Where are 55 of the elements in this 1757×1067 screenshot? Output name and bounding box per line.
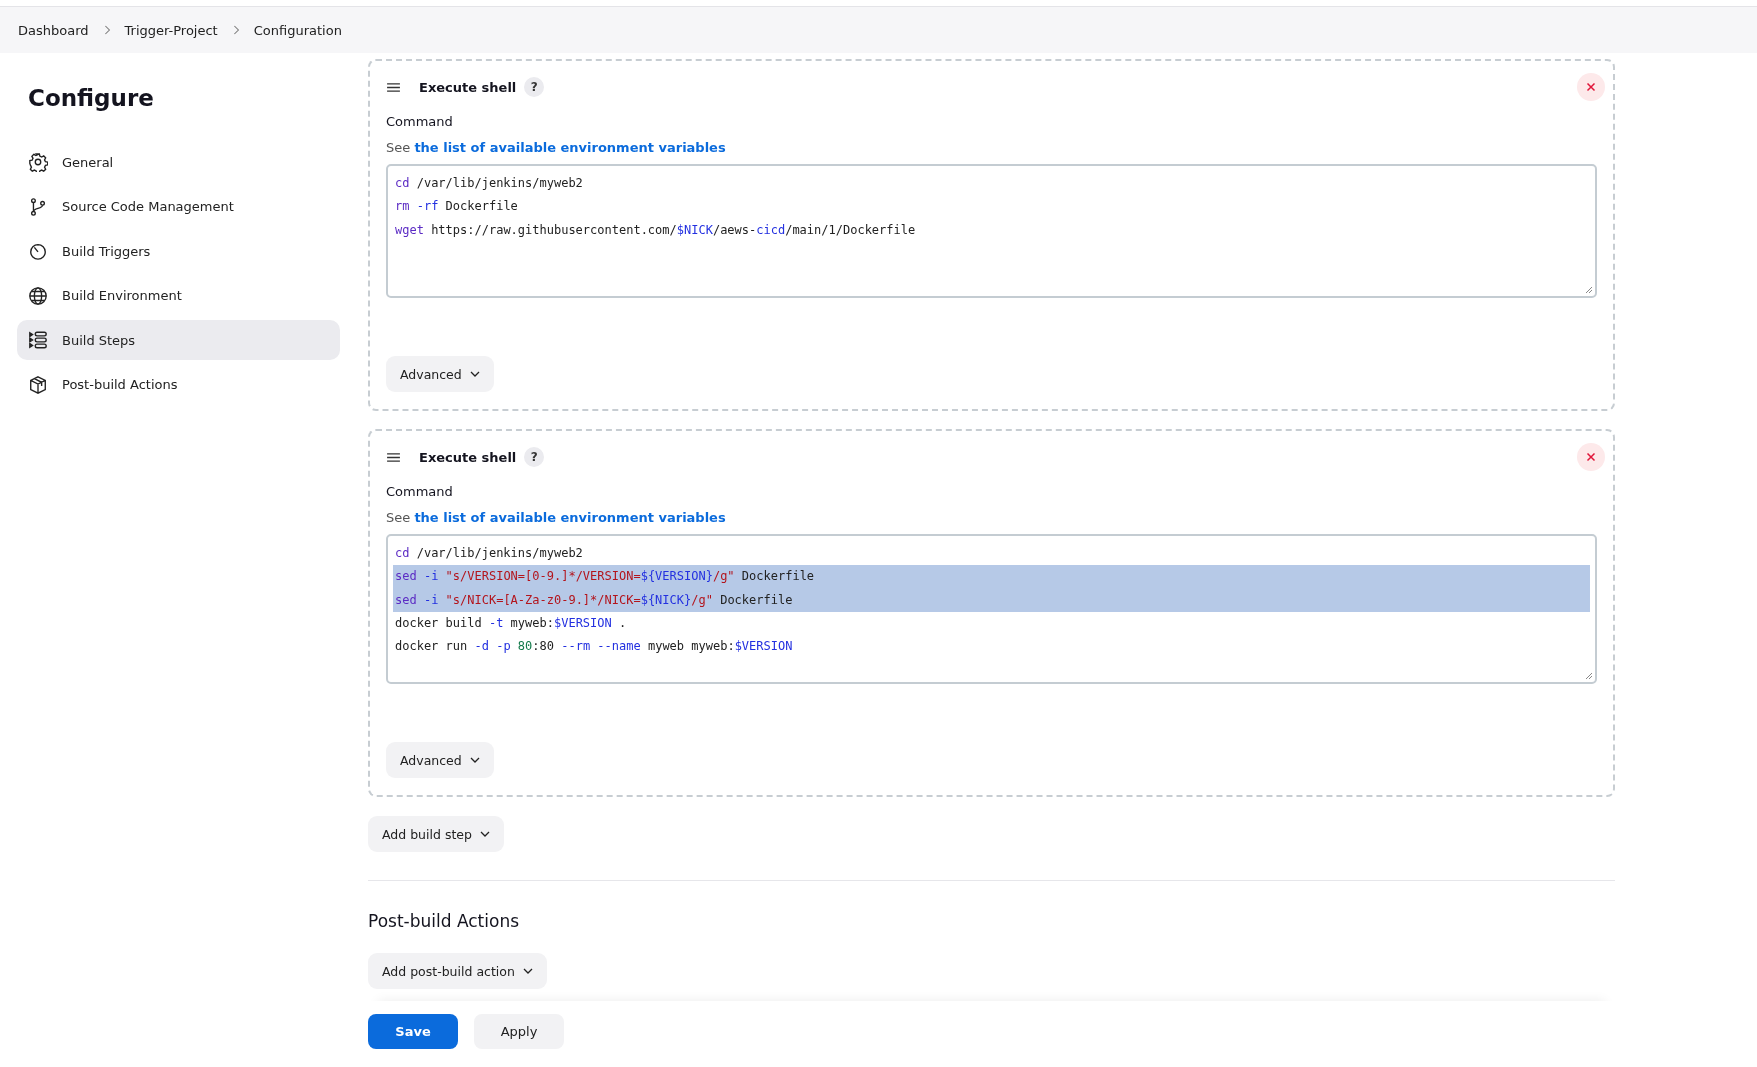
field-label: Command <box>386 484 454 499</box>
section-heading: Post-build Actions <box>368 911 519 931</box>
env-variables-link[interactable]: the list of available environment variables <box>414 510 726 525</box>
caret-icon <box>469 757 480 763</box>
sidebar-item[interactable]: Source Code Management <box>17 186 340 227</box>
env-variables-link[interactable]: the list of available environment variables <box>414 140 726 155</box>
sidebar-item[interactable]: Build Triggers <box>17 231 340 271</box>
resize-grip-icon[interactable] <box>1585 672 1593 680</box>
step-title: Execute shell <box>419 79 517 95</box>
chevron-right-icon <box>231 24 240 36</box>
package-icon <box>28 374 48 395</box>
code-line: rm -rf Dockerfile <box>394 198 519 216</box>
advanced-button[interactable]: Advanced <box>386 742 494 778</box>
code-line: cd /var/lib/jenkins/myweb2 <box>394 545 584 562</box>
caret-icon <box>479 831 490 837</box>
command-editor[interactable] <box>386 534 1597 684</box>
hint-text: See <box>386 510 411 525</box>
globe-icon <box>28 285 48 306</box>
apply-button[interactable]: Apply <box>474 1014 564 1049</box>
field-label: Command <box>386 114 454 129</box>
timer-icon <box>28 241 48 261</box>
sidebar-item[interactable]: Build Environment <box>17 275 340 316</box>
close-button[interactable] <box>1577 443 1605 471</box>
breadcrumb-link[interactable]: Configuration <box>253 22 342 38</box>
caret-icon <box>522 968 533 974</box>
code-line: cd /var/lib/jenkins/myweb2 <box>394 175 584 192</box>
command-editor[interactable]: cd /var/lib/jenkins/myweb2 rm -rf Dockerfile wget https://raw.githubusercontent.com/$NICK/aews-cicd/main/1/Dockerfile <box>386 164 1597 298</box>
close-button[interactable] <box>1577 73 1605 101</box>
drag-handle-icon[interactable] <box>386 81 401 93</box>
caret-icon <box>469 371 480 377</box>
code-line: wget https://raw.githubusercontent.com/$NICK/aews-cicd/main/1/Dockerfile <box>394 221 917 239</box>
list-icon <box>28 330 48 350</box>
gear-icon <box>28 152 48 172</box>
code-line: docker run -d -p 80:80 --rm --name myweb myweb:$VERSION <box>394 638 794 656</box>
resize-grip-icon[interactable] <box>1585 286 1593 294</box>
add-post-build-action-button[interactable]: Add post-build action <box>368 953 547 989</box>
step-title: Execute shell <box>419 449 517 465</box>
chevron-right-icon <box>102 24 111 36</box>
branch-icon <box>28 196 48 217</box>
sidebar-item[interactable]: Build Steps <box>17 320 340 360</box>
drag-handle-icon[interactable] <box>386 451 401 463</box>
hint-text: See <box>386 140 411 155</box>
add-build-step-button[interactable]: Add build step <box>368 816 504 852</box>
page-title: Configure <box>28 85 155 111</box>
help-button[interactable]: ? <box>524 77 545 97</box>
code-line: docker build -t myweb:$VERSION . <box>394 614 628 632</box>
close-icon <box>1586 82 1596 92</box>
breadcrumb-link[interactable]: Trigger-Project <box>124 22 218 38</box>
sidebar-item[interactable]: Post-build Actions <box>17 364 340 405</box>
sidebar-item[interactable]: General <box>17 142 340 182</box>
help-button[interactable]: ? <box>524 447 545 467</box>
advanced-button[interactable]: Advanced <box>386 356 494 392</box>
save-button[interactable]: Save <box>368 1014 458 1049</box>
breadcrumb-link[interactable]: Dashboard <box>18 22 89 38</box>
close-icon <box>1586 452 1596 462</box>
